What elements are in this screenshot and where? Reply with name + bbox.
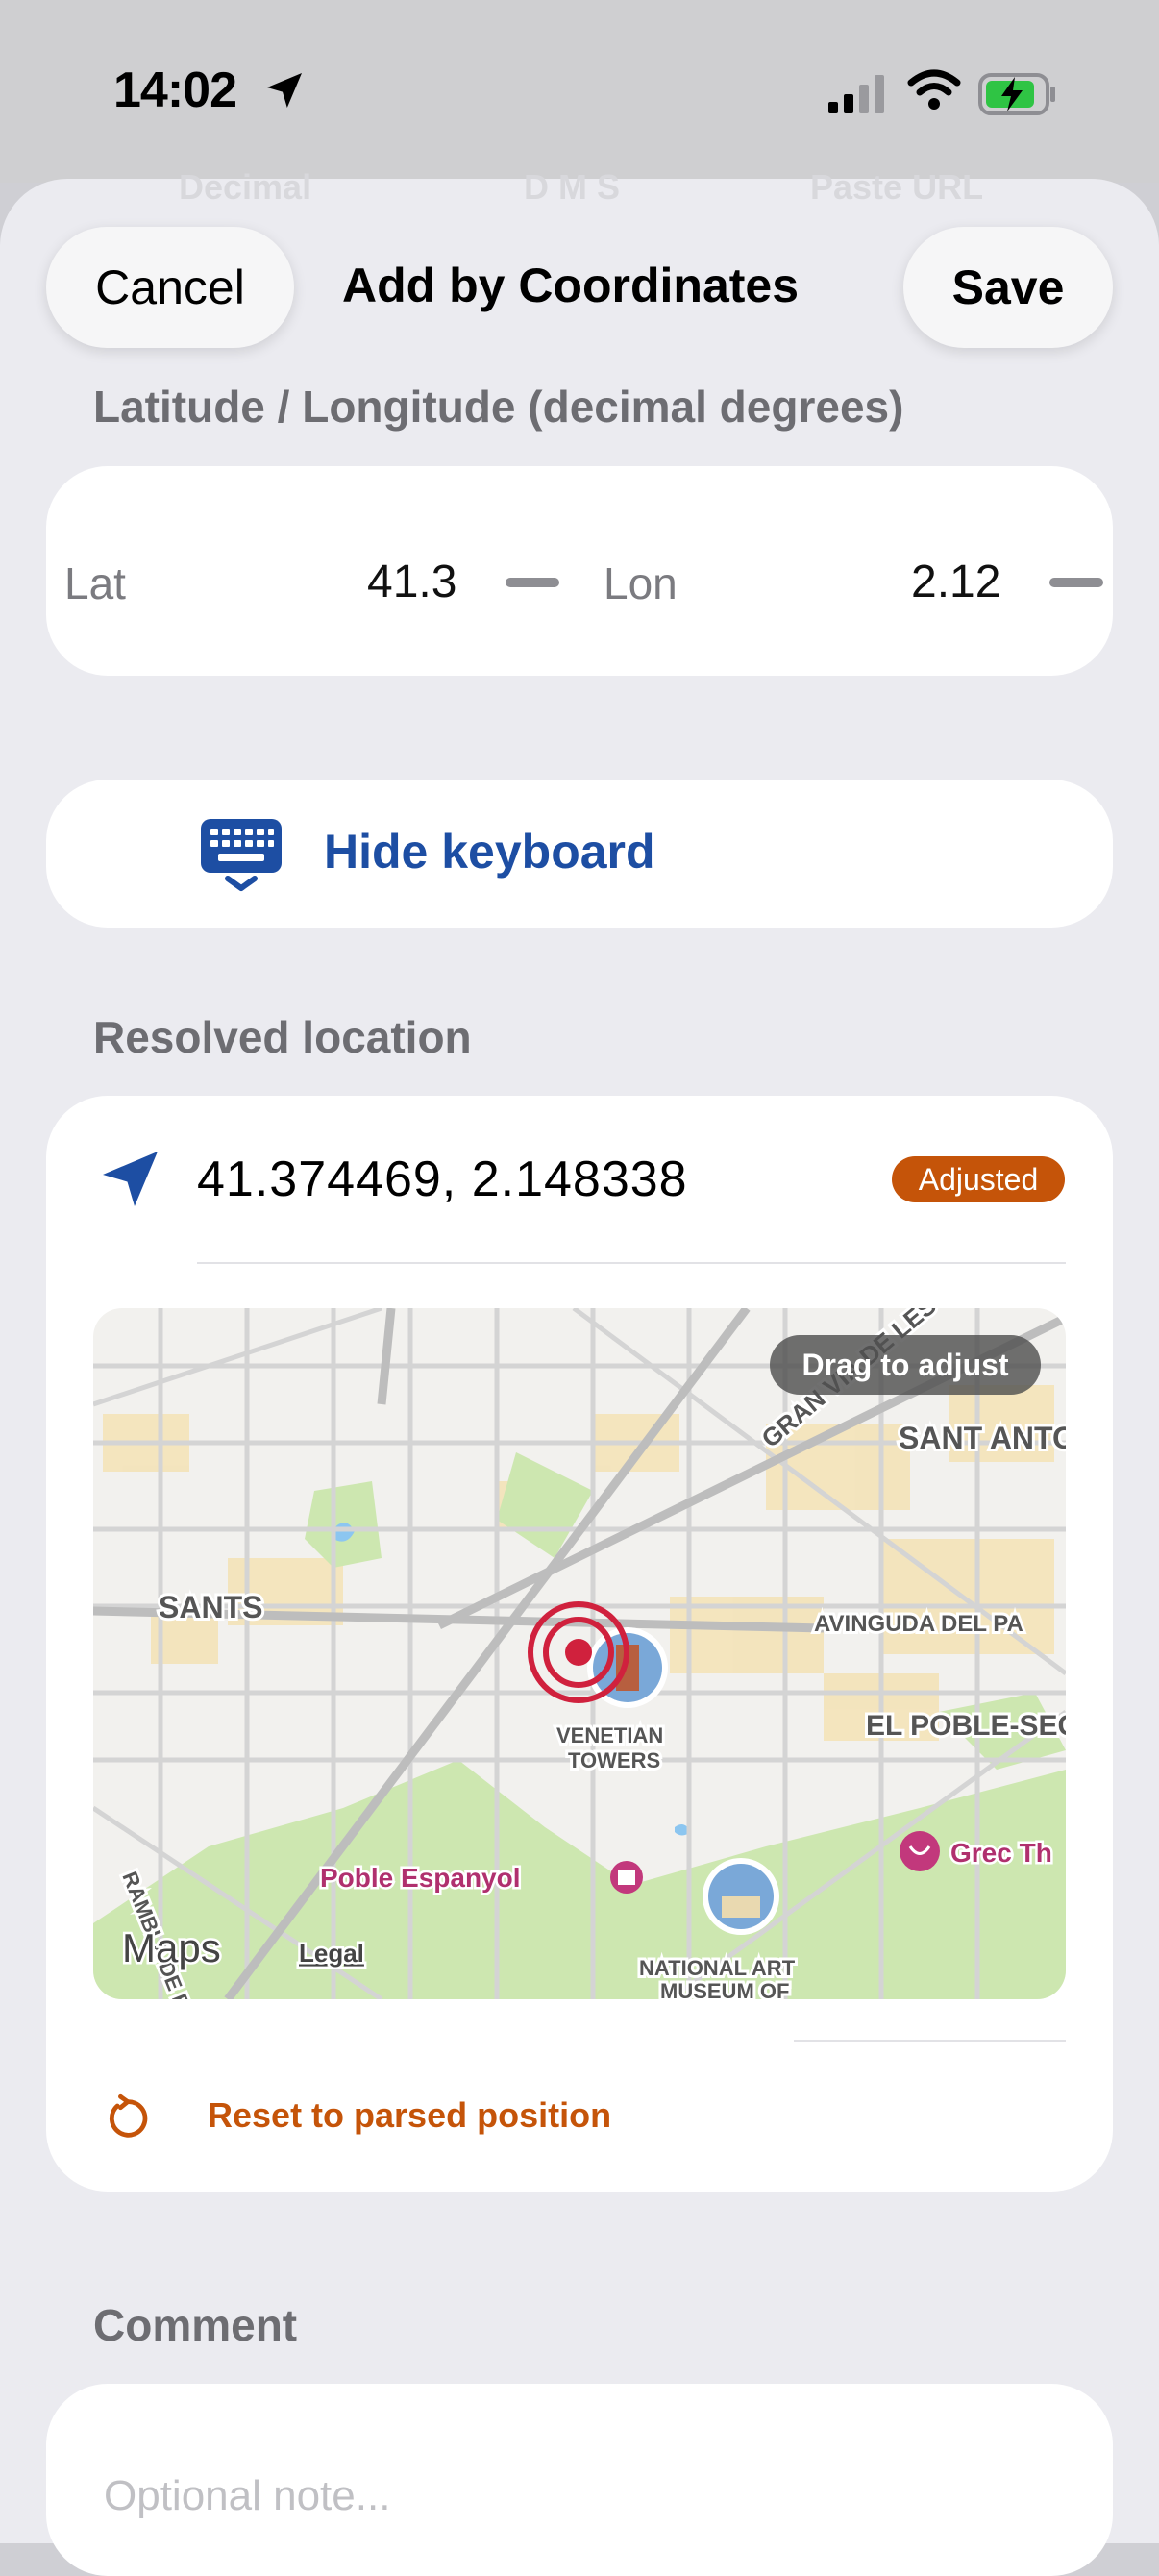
lat-minus-button[interactable]: [506, 578, 559, 587]
save-button[interactable]: Save: [903, 227, 1113, 348]
segment-tab-decimal[interactable]: Decimal: [179, 167, 311, 208]
apple-maps-logo: Maps: [122, 1925, 221, 1970]
status-time: 14:02: [113, 62, 237, 118]
location-arrow-icon: [267, 73, 302, 108]
lat-label: Lat: [64, 558, 126, 608]
drag-to-adjust-hint: Drag to adjust: [770, 1335, 1041, 1395]
map-legal-link: Legal: [299, 1939, 364, 1968]
navigation-arrow-icon: [103, 1152, 158, 1206]
lon-input[interactable]: 2.12: [911, 556, 1000, 608]
map-label-avinguda: AVINGUDA DEL PA: [814, 1611, 1023, 1637]
location-target-pin[interactable]: [528, 1601, 629, 1703]
comment-placeholder: Optional note...: [104, 2472, 391, 2519]
map-drawing: SANTS SANT ANTONI GRAN VIA DE LES CORTS …: [93, 1308, 1066, 1999]
map-label-museum-of: MUSEUM OF: [660, 1979, 789, 1999]
adjusted-badge: Adjusted: [892, 1156, 1065, 1202]
segment-tab-dms[interactable]: D M S: [524, 167, 620, 208]
resolved-coordinates: 41.374469, 2.148338: [197, 1152, 688, 1207]
map-label-venetian: VENETIAN: [556, 1723, 663, 1747]
map-label-grec: Grec Th: [950, 1838, 1052, 1868]
coordinates-section-header: Latitude / Longitude (decimal degrees): [93, 382, 904, 432]
reset-position-button[interactable]: Reset to parsed position: [208, 2095, 611, 2136]
wifi-icon: [907, 69, 961, 110]
lat-input[interactable]: 41.3: [367, 556, 456, 608]
resolved-section-header: Resolved location: [93, 1012, 472, 1062]
hide-keyboard-label: Hide keyboard: [324, 825, 655, 879]
cancel-button[interactable]: Cancel: [46, 227, 294, 348]
cellular-signal-icon: [828, 75, 884, 113]
reset-arrow-icon: [109, 2093, 148, 2138]
location-map[interactable]: SANTS SANT ANTONI GRAN VIA DE LES CORTS …: [93, 1308, 1066, 1999]
lon-minus-button[interactable]: [1049, 578, 1103, 587]
divider: [794, 2040, 1066, 2042]
keyboard-down-icon: [201, 819, 282, 891]
map-label-sant-antoni: SANT ANTONI: [899, 1421, 1066, 1455]
map-label-poble-espanyol: Poble Espanyol: [320, 1863, 521, 1893]
page-title: Add by Coordinates: [342, 259, 800, 312]
comment-section-header: Comment: [93, 2300, 298, 2350]
segment-tab-paste-url[interactable]: Paste URL: [810, 167, 983, 208]
map-label-sants: SANTS: [159, 1590, 262, 1624]
map-label-poble-sec: EL POBLE-SEC: [866, 1710, 1066, 1742]
lon-label: Lon: [604, 558, 678, 608]
map-label-museum: NATIONAL ART: [639, 1956, 796, 1980]
map-label-towers: TOWERS: [568, 1748, 660, 1772]
battery-charging-icon: [978, 73, 1055, 115]
divider: [197, 1262, 1066, 1264]
status-bar: 14:02: [0, 0, 1159, 183]
